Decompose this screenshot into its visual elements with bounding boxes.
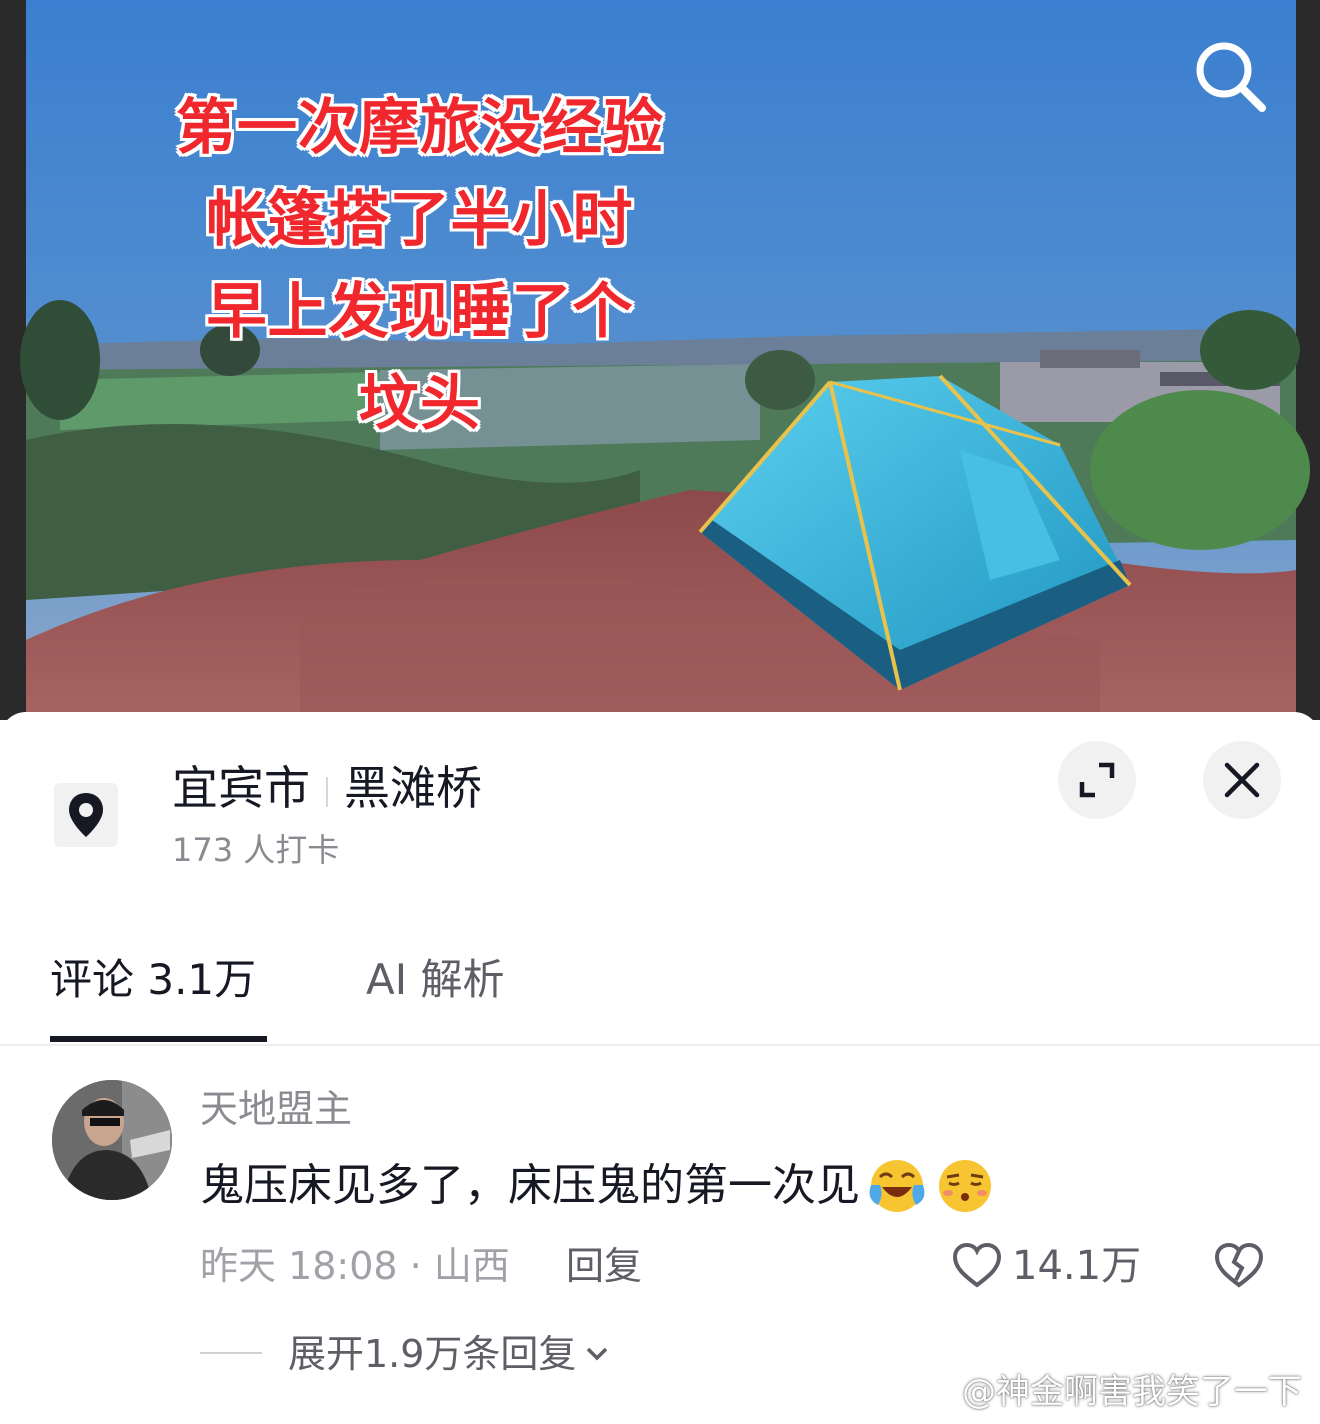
tab-comments[interactable]: 评论 3.1万	[50, 950, 256, 1010]
expand-replies-button[interactable]: 展开1.9万条回复	[288, 1328, 612, 1380]
expand-icon	[1079, 762, 1115, 798]
tabs-divider	[0, 1044, 1320, 1046]
location-title[interactable]: 宜宾市 黑滩桥	[172, 758, 482, 818]
screen: 第一次摩旅没经验 帐篷搭了半小时 早上发现睡了个 坟头 宜宾市 黑滩桥 173 人…	[0, 0, 1320, 1424]
video-caption-overlay: 第一次摩旅没经验 帐篷搭了半小时 早上发现睡了个 坟头	[110, 82, 730, 450]
weibo-logo-icon	[913, 1376, 955, 1411]
chevron-down-icon	[587, 1347, 608, 1361]
reply-button[interactable]: 回复	[566, 1240, 642, 1292]
weibo-watermark: @神金啊害我笑了一下	[912, 1368, 1302, 1416]
location-checkins: 173 人打卡	[172, 831, 340, 869]
comment-body: 鬼压床见多了，床压鬼的第一次见	[200, 1155, 996, 1217]
replies-divider-line	[200, 1352, 262, 1354]
caption-line: 第一次摩旅没经验	[176, 93, 664, 163]
search-button[interactable]	[1190, 36, 1270, 116]
caption-line: 坟头	[359, 369, 481, 439]
user-avatar-image	[52, 1080, 172, 1200]
close-icon	[1224, 762, 1260, 798]
expand-button[interactable]	[1058, 741, 1136, 819]
caption-line: 帐篷搭了半小时	[206, 185, 634, 255]
comment-meta: 昨天 18:08 · 山西	[200, 1244, 510, 1288]
comment-text: 鬼压床见多了，床压鬼的第一次见	[200, 1160, 860, 1211]
smug-emoji-icon	[939, 1160, 991, 1212]
heart-icon	[952, 1242, 1002, 1288]
comment-sheet	[0, 712, 1320, 1424]
like-count: 14.1万	[1012, 1243, 1142, 1289]
like-button[interactable]	[950, 1238, 1004, 1292]
active-tab-indicator	[50, 1036, 267, 1042]
comment-username[interactable]: 天地盟主	[200, 1084, 352, 1134]
laughing-crying-emoji-icon	[869, 1160, 925, 1212]
tab-ai-analysis[interactable]: AI 解析	[366, 950, 504, 1010]
caption-line: 早上发现睡了个	[206, 277, 634, 347]
location-place: 黑滩桥	[344, 761, 482, 815]
video-frame[interactable]: 第一次摩旅没经验 帐篷搭了半小时 早上发现睡了个 坟头	[0, 0, 1320, 720]
search-icon	[1196, 42, 1266, 112]
expand-replies-label: 展开1.9万条回复	[288, 1332, 577, 1376]
comment-tabs: 评论 3.1万 AI 解析	[0, 940, 1320, 1046]
dislike-button[interactable]	[1212, 1238, 1266, 1292]
close-button[interactable]	[1203, 741, 1281, 819]
watermark-text: @神金啊害我笑了一下	[962, 1372, 1302, 1412]
broken-heart-icon	[1214, 1242, 1264, 1288]
location-pin-icon	[69, 793, 103, 837]
location-separator	[326, 776, 328, 807]
location-city: 宜宾市	[172, 761, 310, 815]
location-pin-box[interactable]	[54, 783, 118, 847]
avatar[interactable]	[52, 1080, 172, 1200]
